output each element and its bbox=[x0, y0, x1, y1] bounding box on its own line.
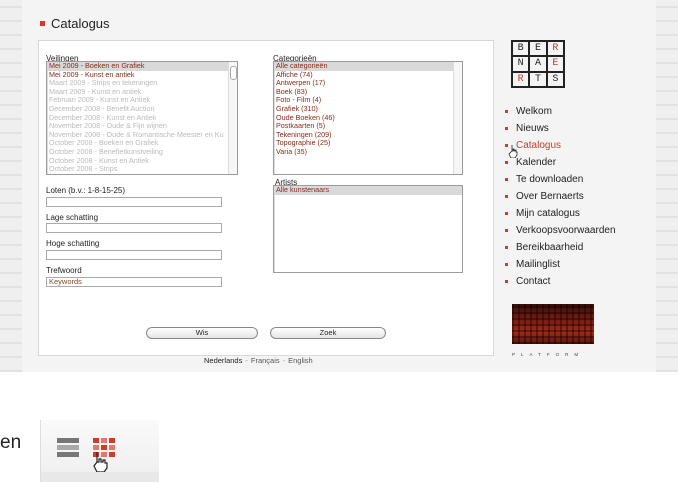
logo-letter: T bbox=[529, 71, 547, 87]
nav-item-contact[interactable]: Contact bbox=[505, 273, 616, 290]
nav-item-welkom[interactable]: Welkom bbox=[505, 103, 616, 120]
veilingen-listbox[interactable]: Mei 2009 - Boeken en Grafiek Mei 2009 - K… bbox=[46, 61, 238, 175]
lang-english-link[interactable]: English bbox=[288, 356, 313, 365]
categorieen-listbox[interactable]: Alle categorieën Affiche (74) Antwerpen (1… bbox=[273, 61, 463, 175]
hoge-schatting-label: Hoge schatting bbox=[46, 239, 100, 248]
list-option[interactable]: Alle kunstenaars bbox=[274, 186, 462, 195]
toolbar-bottom-bar bbox=[41, 472, 159, 482]
nav-bullet-icon bbox=[505, 127, 508, 130]
nav-item-te-downloaden[interactable]: Te downloaden bbox=[505, 171, 616, 188]
logo-letter: S bbox=[546, 71, 564, 87]
nav-item-label: Kalender bbox=[516, 157, 557, 168]
platform-theater-image[interactable] bbox=[512, 304, 594, 344]
nav-item-nieuws[interactable]: Nieuws bbox=[505, 120, 616, 137]
nav-item-verkoopsvoorwaarden[interactable]: Verkoopsvoorwaarden bbox=[505, 222, 616, 239]
nav-item-label: Bereikbaarheid bbox=[516, 242, 584, 253]
logo-letter: R bbox=[512, 71, 530, 87]
lage-schatting-label: Lage schatting bbox=[46, 213, 99, 222]
view-toggle-toolbar bbox=[40, 420, 159, 482]
lang-separator: - bbox=[282, 356, 286, 365]
nav-item-label: Te downloaden bbox=[516, 174, 584, 185]
hand-pointer-icon bbox=[508, 145, 518, 158]
hand-pointer-icon bbox=[93, 452, 108, 473]
nav-item-kalender[interactable]: Kalender bbox=[505, 154, 616, 171]
nav-item-label: Contact bbox=[516, 276, 551, 287]
trefwoord-input[interactable]: Keywords bbox=[46, 277, 222, 287]
list-view-icon[interactable] bbox=[57, 438, 79, 458]
lang-separator: - bbox=[245, 356, 248, 365]
nav-item-label: Mailinglist bbox=[516, 259, 560, 270]
platform-label: PLATFORM bbox=[512, 352, 585, 357]
nav-bullet-icon bbox=[505, 110, 508, 113]
logo-letter: R bbox=[546, 41, 564, 57]
nav-bullet-icon bbox=[505, 212, 508, 215]
nav-item-label: Welkom bbox=[516, 106, 552, 117]
logo-letter: N bbox=[512, 56, 530, 72]
lang-francais-link[interactable]: Français bbox=[251, 356, 280, 365]
list-option[interactable]: October 2008 - Strips bbox=[47, 165, 237, 174]
list-option[interactable]: Varia (35) bbox=[274, 147, 462, 157]
nav-item-mailinglist[interactable]: Mailinglist bbox=[505, 256, 616, 273]
nav-item-catalogus[interactable]: Catalogus bbox=[505, 137, 616, 154]
nav-bullet-icon bbox=[505, 263, 508, 266]
loten-label: Loten (b.v.: 1-8-15-25) bbox=[46, 186, 126, 195]
logo-letter: E bbox=[546, 56, 564, 72]
language-switcher: Nederlands - Français - English bbox=[204, 356, 313, 365]
nav-item-label: Mijn catalogus bbox=[516, 208, 580, 219]
logo-letter: B bbox=[512, 41, 530, 57]
logo-letter: A bbox=[529, 56, 547, 72]
page-title: Catalogus bbox=[40, 16, 110, 31]
hoge-schatting-input[interactable] bbox=[46, 250, 222, 260]
loten-input[interactable] bbox=[46, 197, 222, 207]
nav-item-mijn-catalogus[interactable]: Mijn catalogus bbox=[505, 205, 616, 222]
nav-bullet-icon bbox=[505, 178, 508, 181]
main-nav: Welkom Nieuws Catalogus Kalender Te download… bbox=[505, 103, 616, 290]
nav-item-label: Catalogus bbox=[516, 140, 562, 151]
logo-letter: E bbox=[529, 41, 547, 57]
nav-bullet-icon bbox=[505, 229, 508, 232]
bottom-fragment-text: en bbox=[0, 432, 22, 453]
nav-bullet-icon bbox=[505, 246, 508, 249]
wis-button[interactable]: Wis bbox=[146, 327, 258, 339]
veilingen-scrollbar[interactable] bbox=[228, 62, 237, 174]
nav-bullet-icon bbox=[505, 161, 508, 164]
nav-item-label: Nieuws bbox=[516, 123, 549, 134]
zoek-button[interactable]: Zoek bbox=[270, 327, 386, 339]
trefwoord-label: Trefwoord bbox=[46, 266, 82, 275]
bernaerts-logo[interactable]: BERNAERTS bbox=[511, 40, 565, 88]
nav-item-label: Verkoopsvoorwaarden bbox=[516, 225, 616, 236]
artists-listbox[interactable]: Alle kunstenaars bbox=[273, 185, 463, 273]
right-border-pattern bbox=[656, 0, 678, 372]
categorieen-scrollbar[interactable] bbox=[453, 62, 462, 174]
lage-schatting-input[interactable] bbox=[46, 223, 222, 233]
page-title-text: Catalogus bbox=[51, 16, 110, 31]
left-border-pattern bbox=[0, 0, 22, 372]
scrollbar-thumb[interactable] bbox=[230, 66, 237, 80]
nav-bullet-icon bbox=[505, 280, 508, 283]
nav-item-over-bernaerts[interactable]: Over Bernaerts bbox=[505, 188, 616, 205]
lang-nederlands-link[interactable]: Nederlands bbox=[204, 356, 242, 365]
nav-item-label: Over Bernaerts bbox=[516, 191, 584, 202]
title-bullet-icon bbox=[40, 21, 45, 26]
nav-bullet-icon bbox=[505, 195, 508, 198]
nav-item-bereikbaarheid[interactable]: Bereikbaarheid bbox=[505, 239, 616, 256]
